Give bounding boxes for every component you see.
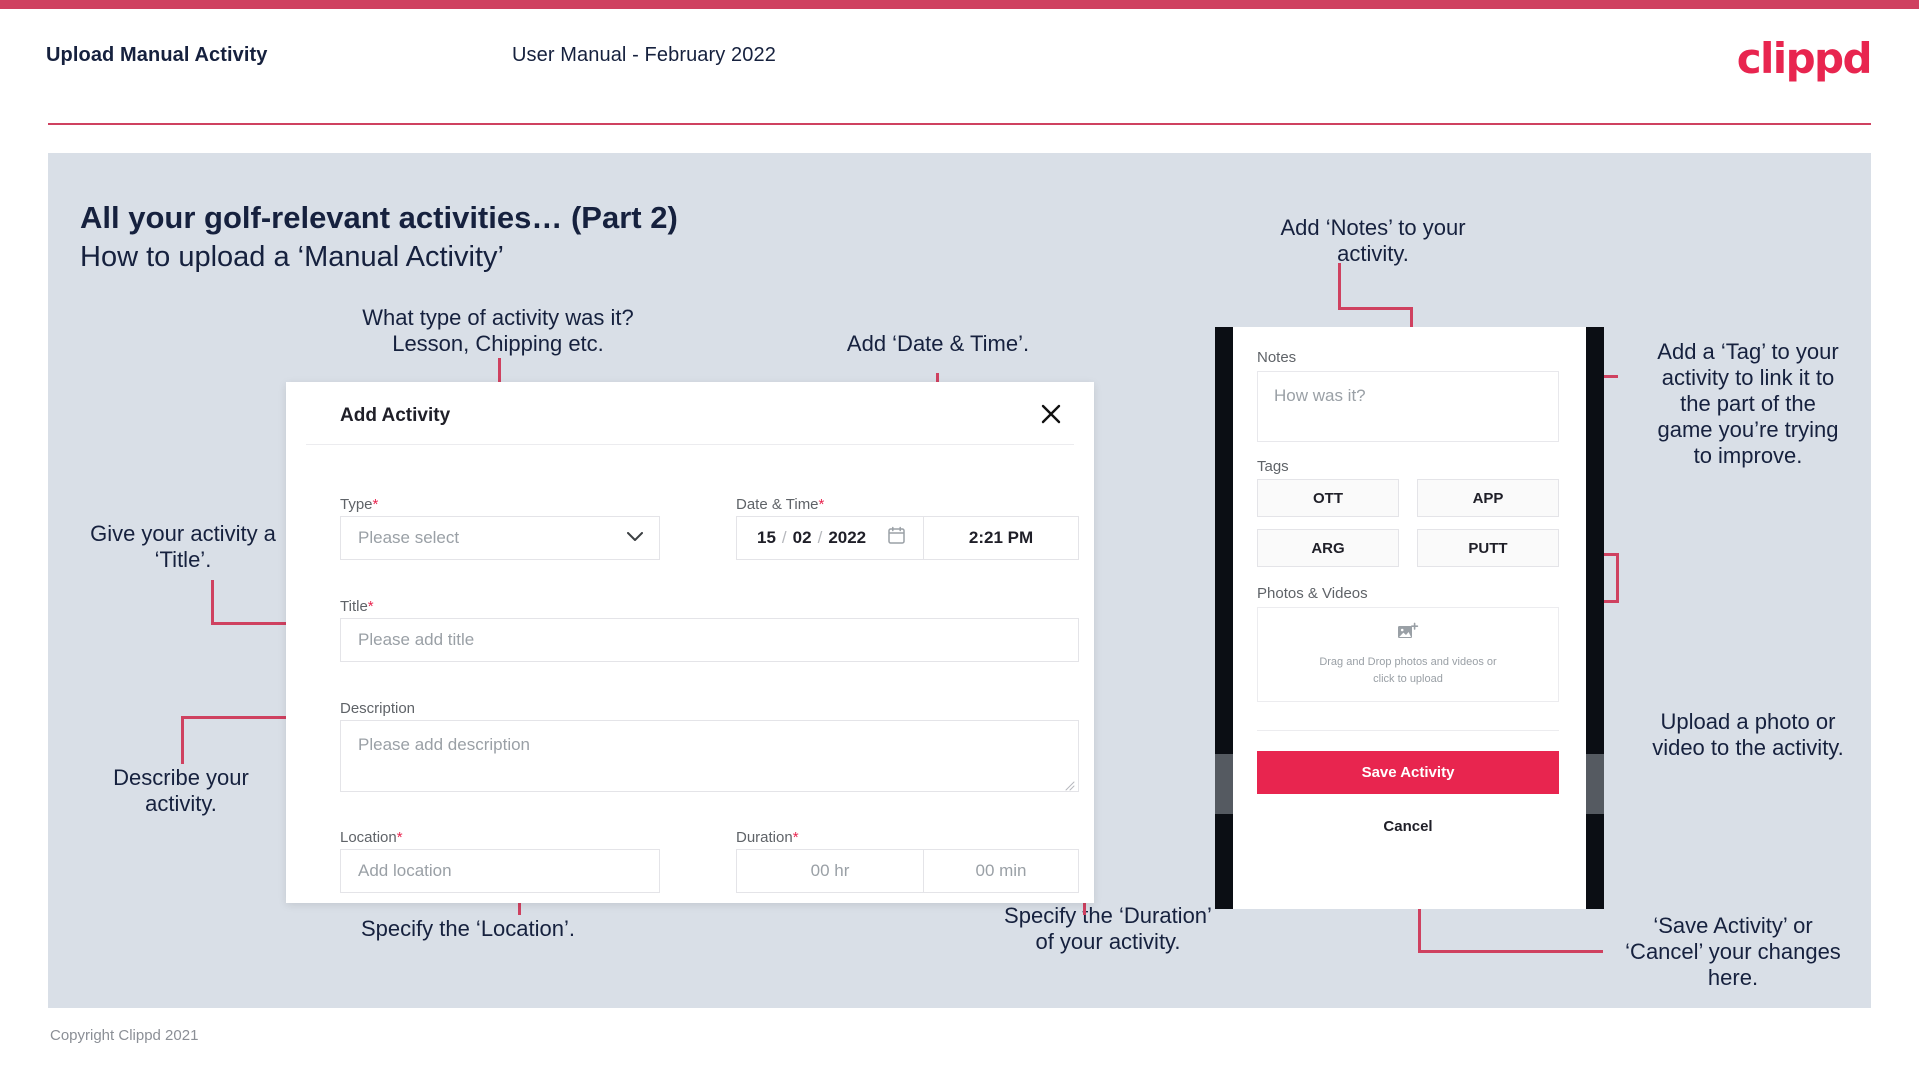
date-separator: / <box>817 528 823 547</box>
slide-subtitle: How to upload a ‘Manual Activity’ <box>80 241 504 273</box>
dialog-title: Add Activity <box>340 405 451 426</box>
close-icon[interactable] <box>1034 397 1068 431</box>
phone-screen: Notes How was it? Tags OTT APP ARG PUTT … <box>1233 327 1586 909</box>
callout-duration: Specify the ‘Duration’ of your activity. <box>1004 903 1212 954</box>
callout-type: What type of activity was it? Lesson, Ch… <box>362 305 634 356</box>
connector-upload-v <box>1616 553 1619 603</box>
duration-label: Duration* <box>736 829 799 846</box>
tag-option-putt[interactable]: PUTT <box>1417 529 1559 567</box>
dropzone-text: Drag and Drop photos and videos or click… <box>1319 656 1497 685</box>
callout-datetime: Add ‘Date & Time’. <box>846 331 1030 356</box>
datetime-label: Date & Time* <box>736 496 825 513</box>
connector-title-v <box>211 580 214 625</box>
phone-bezel-right <box>1586 327 1604 909</box>
connector-desc-v <box>181 716 184 764</box>
description-textarea[interactable]: Please add description <box>340 720 1079 792</box>
location-input[interactable]: Add location <box>340 849 660 893</box>
callout-title: Give your activity a ‘Title’. <box>90 521 276 572</box>
resize-grip-icon[interactable] <box>1065 778 1075 791</box>
notes-placeholder: How was it? <box>1274 386 1366 405</box>
top-accent-bar <box>0 0 1919 9</box>
date-year: 2022 <box>828 528 867 547</box>
header-subtitle: User Manual - February 2022 <box>512 44 776 66</box>
callout-description: Describe your activity. <box>113 765 249 816</box>
type-placeholder: Please select <box>358 528 460 547</box>
duration-hours-input[interactable]: 00 hr <box>736 849 924 893</box>
photo-dropzone[interactable]: Drag and Drop photos and videos or click… <box>1257 607 1559 702</box>
location-placeholder: Add location <box>358 861 452 880</box>
required-marker: * <box>396 829 403 846</box>
phone-bezel-accent-right <box>1586 754 1604 814</box>
required-marker: * <box>818 496 825 513</box>
tag-option-ott[interactable]: OTT <box>1257 479 1399 517</box>
connector-save-h <box>1418 950 1603 953</box>
page-title: Upload Manual Activity <box>46 44 268 66</box>
activity-title-label: Title* <box>340 598 374 615</box>
description-label: Description <box>340 700 416 717</box>
phone-bezel-left <box>1215 327 1233 909</box>
phone-mockup: Notes How was it? Tags OTT APP ARG PUTT … <box>1215 327 1604 909</box>
dialog-header: Add Activity <box>286 382 1094 444</box>
cancel-button[interactable]: Cancel <box>1257 806 1559 846</box>
required-marker: * <box>792 829 799 846</box>
date-day: 15 <box>757 528 776 547</box>
connector-notes-h <box>1338 307 1413 310</box>
clippd-logo: clippd <box>1736 34 1873 83</box>
type-select[interactable]: Please select <box>340 516 660 560</box>
phone-divider <box>1257 730 1559 731</box>
activity-title-input[interactable]: Please add title <box>340 618 1079 662</box>
slide-page: Upload Manual Activity User Manual - Feb… <box>0 0 1919 1079</box>
time-input[interactable]: 2:21 PM <box>924 516 1079 560</box>
add-activity-dialog: Add Activity Type* Please select Date & … <box>286 382 1094 903</box>
phone-bezel-accent-left <box>1215 754 1233 814</box>
description-placeholder: Please add description <box>358 735 531 754</box>
add-image-icon <box>1397 622 1419 647</box>
callout-tags: Add a ‘Tag’ to your activity to link it … <box>1657 339 1839 468</box>
date-month: 02 <box>792 528 812 547</box>
date-input[interactable]: 15 / 02 / 2022 <box>736 516 924 560</box>
callout-save: ‘Save Activity’ or ‘Cancel’ your changes… <box>1625 913 1841 990</box>
duration-minutes-input[interactable]: 00 min <box>924 849 1079 893</box>
location-label: Location* <box>340 829 403 846</box>
calendar-icon[interactable] <box>888 526 905 550</box>
activity-title-placeholder: Please add title <box>358 630 475 649</box>
connector-notes-v1 <box>1338 263 1341 310</box>
notes-textarea[interactable]: How was it? <box>1257 371 1559 442</box>
required-marker: * <box>372 496 379 513</box>
notes-label: Notes <box>1257 349 1297 366</box>
tags-label: Tags <box>1257 458 1289 475</box>
photos-label: Photos & Videos <box>1257 585 1368 602</box>
callout-location: Specify the ‘Location’. <box>360 916 576 941</box>
date-separator: / <box>781 528 787 547</box>
tag-option-app[interactable]: APP <box>1417 479 1559 517</box>
dialog-divider <box>306 444 1074 445</box>
required-marker: * <box>367 598 374 615</box>
header-divider <box>48 123 1871 125</box>
tag-option-arg[interactable]: ARG <box>1257 529 1399 567</box>
slide-title: All your golf-relevant activities… (Part… <box>80 200 678 235</box>
copyright-text: Copyright Clippd 2021 <box>50 1027 199 1044</box>
callout-notes: Add ‘Notes’ to your activity. <box>1280 215 1466 266</box>
type-label: Type* <box>340 496 379 513</box>
chevron-down-icon <box>627 529 643 547</box>
callout-upload: Upload a photo or video to the activity. <box>1652 709 1844 760</box>
save-activity-button[interactable]: Save Activity <box>1257 751 1559 794</box>
